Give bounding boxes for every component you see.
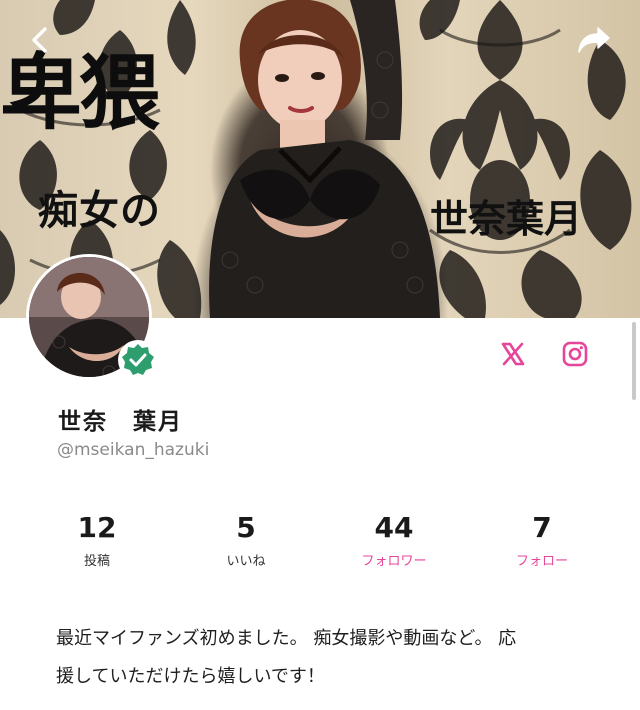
cover-title-name: 世奈葉月 — [430, 196, 583, 241]
bio-line-1: 最近マイファンズ初めました。 痴女撮影や動画など。 応 — [56, 628, 517, 649]
bio-line-2: 援していただけたら嬉しいです！ — [56, 666, 325, 687]
x-link-button[interactable] — [497, 338, 529, 370]
back-button[interactable] — [20, 20, 60, 60]
stat-posts[interactable]: 12 投稿 — [27, 510, 167, 569]
cover-model-figure — [209, 0, 440, 318]
stat-following-label: フォロー — [515, 554, 568, 569]
stat-likes-label: いいね — [226, 554, 266, 569]
share-button[interactable] — [574, 20, 614, 60]
instagram-link-button[interactable] — [559, 338, 591, 370]
cover-title-big: 卑猥 — [0, 45, 160, 141]
stat-posts-label: 投稿 — [83, 554, 110, 569]
cover-title-sub: 痴女の — [38, 187, 161, 234]
chevron-left-icon — [32, 27, 47, 53]
stat-likes-count: 5 — [236, 511, 256, 544]
user-handle: @mseikan_hazuki — [57, 440, 210, 460]
instagram-icon — [562, 341, 588, 367]
stat-followers[interactable]: 44 フォロワー — [324, 510, 464, 569]
verified-check-icon — [122, 344, 154, 375]
stat-posts-count: 12 — [77, 511, 117, 544]
stat-followers-count: 44 — [374, 511, 414, 544]
stat-following-count: 7 — [532, 511, 552, 544]
x-icon — [501, 342, 525, 366]
stat-likes[interactable]: 5 いいね — [176, 510, 316, 569]
share-arrow-icon — [578, 27, 610, 53]
scrollbar[interactable] — [632, 322, 636, 400]
display-name: 世奈 葉月 — [58, 409, 183, 435]
profile-bio: 最近マイファンズ初めました。 痴女撮影や動画など。 応 援していただけたら嬉しい… — [56, 620, 596, 696]
stat-followers-label: フォロワー — [361, 554, 427, 569]
stat-following[interactable]: 7 フォロー — [472, 510, 612, 569]
profile-stats: 12 投稿 5 いいね 44 フォロワー 7 フォロー — [0, 510, 640, 580]
verified-badge — [118, 340, 158, 380]
